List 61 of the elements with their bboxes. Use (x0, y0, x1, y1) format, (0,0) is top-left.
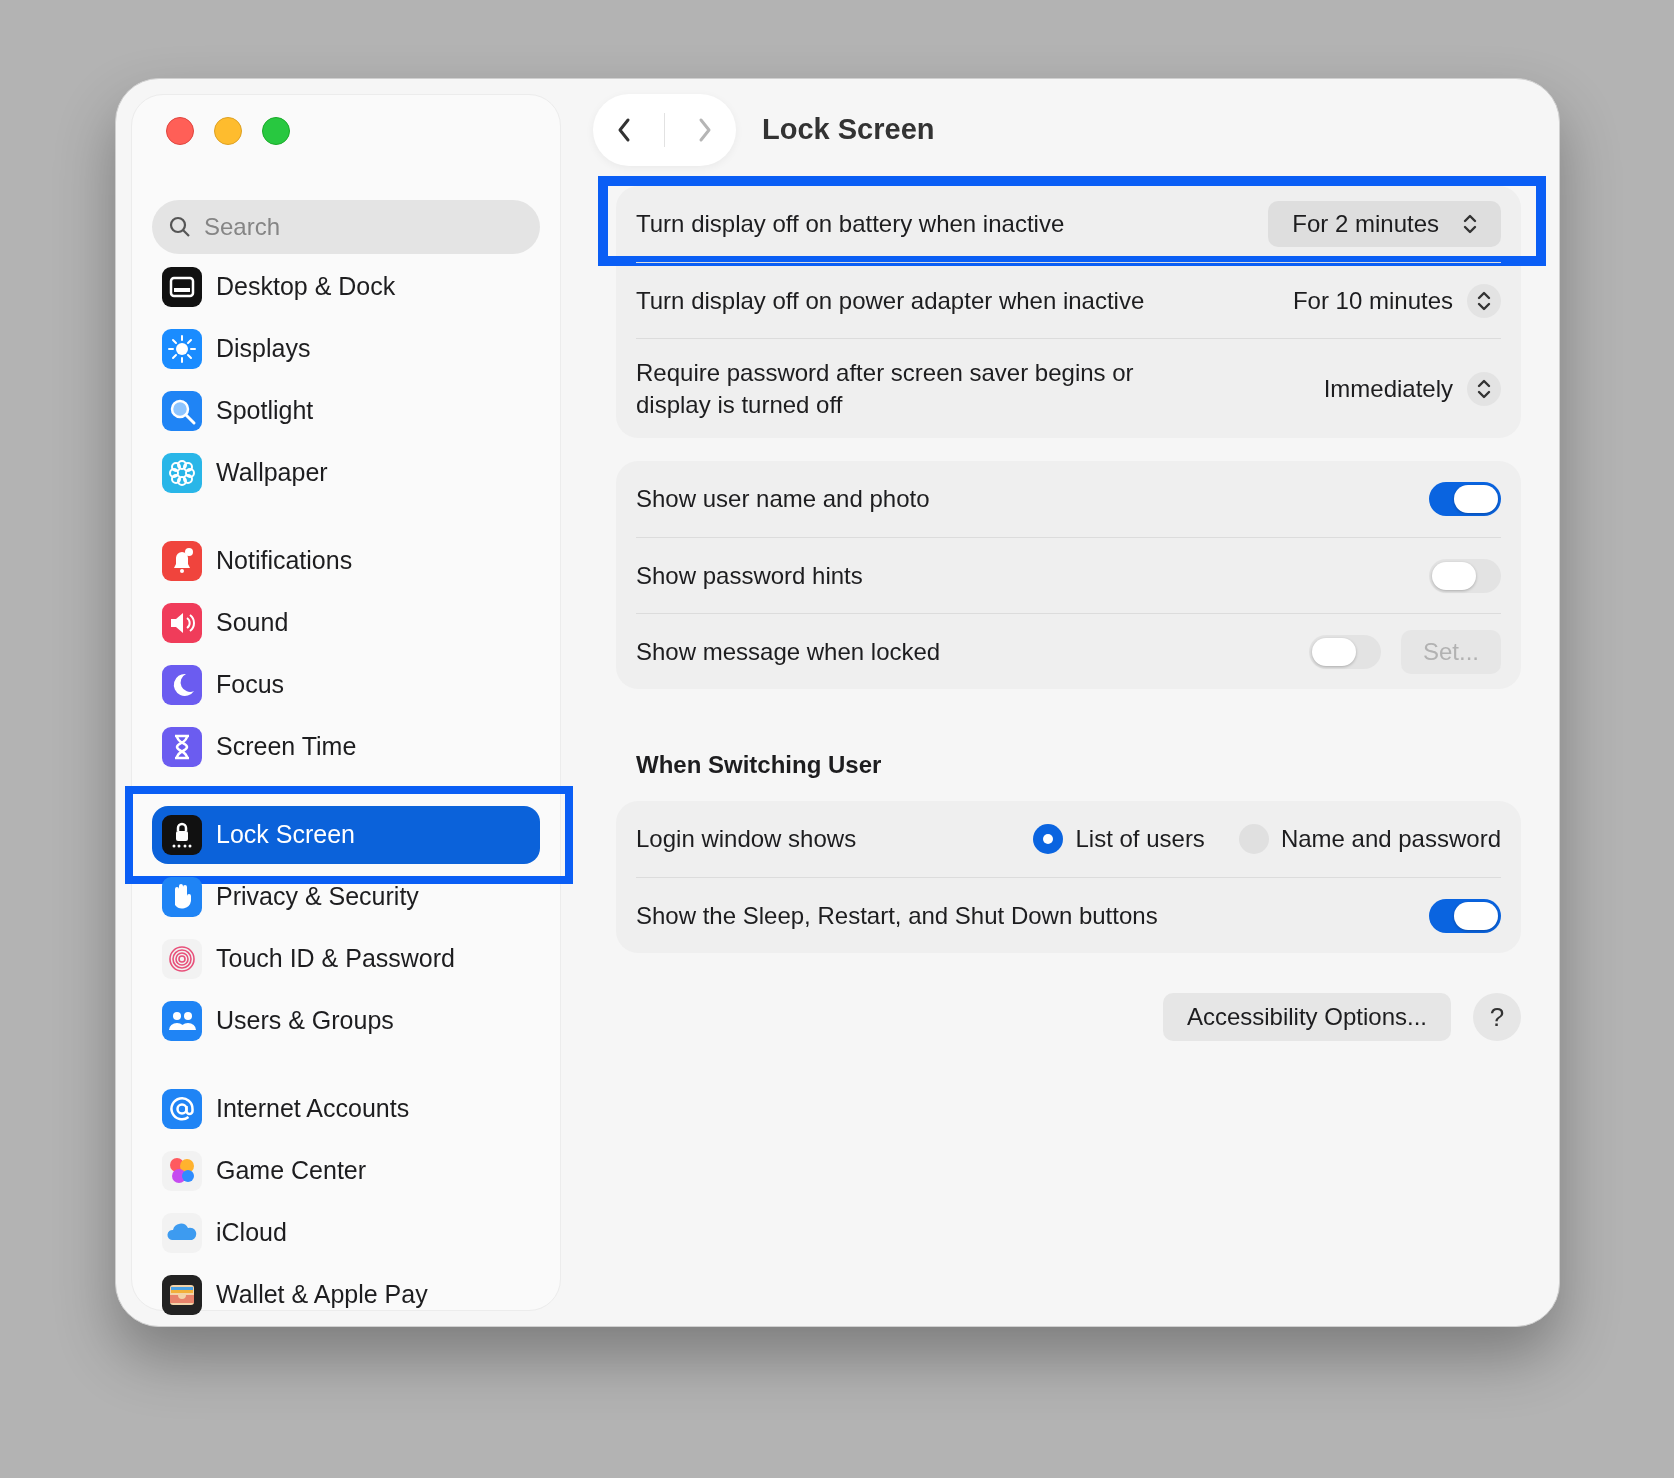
hourglass-icon (162, 727, 202, 767)
sidebar-item[interactable]: Desktop & Dock (152, 258, 540, 316)
search-icon (168, 215, 192, 239)
sidebar-item[interactable]: Internet Accounts (152, 1080, 540, 1138)
cloud-icon (162, 1213, 202, 1253)
minimize-window-button[interactable] (214, 117, 242, 145)
toggle-switch[interactable] (1429, 558, 1501, 593)
radio-option[interactable]: List of users (1033, 821, 1205, 857)
sidebar-item[interactable]: Notifications (152, 532, 540, 590)
sidebar-item[interactable]: Game Center (152, 1142, 540, 1200)
bubbles-icon (162, 1151, 202, 1191)
help-button[interactable]: ? (1473, 993, 1521, 1041)
sidebar-item[interactable]: Lock Screen (152, 806, 540, 864)
sidebar-item[interactable]: Wallpaper (152, 444, 540, 502)
fingerprint-icon (162, 939, 202, 979)
toggle-switch[interactable] (1429, 482, 1501, 516)
radio-option[interactable]: Name and password (1238, 821, 1501, 857)
sidebar-item[interactable]: Focus (152, 656, 540, 714)
search-field[interactable]: Search (152, 200, 540, 254)
bell-icon (162, 541, 202, 581)
setting-label: Show password hints (636, 560, 863, 591)
setting-label: Show user name and photo (636, 484, 930, 514)
toggle-switch[interactable] (1308, 634, 1381, 669)
setting-label: Turn display off on battery when inactive (636, 209, 1065, 239)
flower-icon (162, 453, 202, 493)
zoom-window-button[interactable] (262, 117, 290, 145)
radio-button[interactable] (1033, 824, 1064, 854)
sidebar-item[interactable]: iCloud (152, 1204, 540, 1262)
sidebar-item[interactable]: Users & Groups (152, 992, 540, 1050)
page-title: Lock Screen (762, 112, 935, 148)
toggle-switch[interactable] (1429, 898, 1501, 933)
moon-icon (162, 665, 202, 705)
setting-label: Show message when locked (636, 636, 941, 667)
sidebar-item[interactable]: Wallet & Apple Pay (152, 1266, 540, 1324)
sidebar-item[interactable]: Displays (152, 320, 540, 378)
sidebar-item[interactable]: Touch ID & Password (152, 930, 540, 988)
setting-label: Require password after screen saver begins or display is turned off (636, 357, 1135, 420)
hand-icon (162, 877, 202, 917)
sidebar-item[interactable]: Spotlight (152, 382, 540, 440)
at-sign-icon (162, 1089, 202, 1129)
section-heading: When Switching User (635, 750, 883, 780)
speaker-icon (162, 603, 202, 643)
people-icon (162, 1001, 202, 1041)
stepper-icon (1467, 371, 1501, 406)
window-icon (162, 267, 202, 307)
close-window-button[interactable] (166, 117, 194, 145)
sun-icon (162, 329, 202, 369)
accessibility-options-button[interactable]: Accessibility Options... (1162, 993, 1451, 1041)
stepper-icon (1467, 283, 1501, 318)
setting-label: Show the Sleep, Restart, and Shut Down buttons (636, 900, 1158, 931)
wallet-icon (162, 1275, 202, 1315)
popup-button[interactable]: Immediately (1309, 365, 1501, 412)
setting-label: Login window shows (636, 824, 857, 854)
sidebar-item[interactable]: Privacy & Security (152, 868, 540, 926)
popup-button[interactable]: For 10 minutes (1278, 277, 1501, 324)
padlock-icon (162, 815, 202, 855)
setting-label: Turn display off on power adapter when inactive (636, 285, 1145, 316)
popup-button[interactable]: For 2 minutes (1268, 201, 1501, 247)
sidebar-item[interactable]: Sound (152, 594, 540, 652)
magnifier-icon (162, 391, 202, 431)
sidebar-item[interactable]: Screen Time (152, 718, 540, 776)
